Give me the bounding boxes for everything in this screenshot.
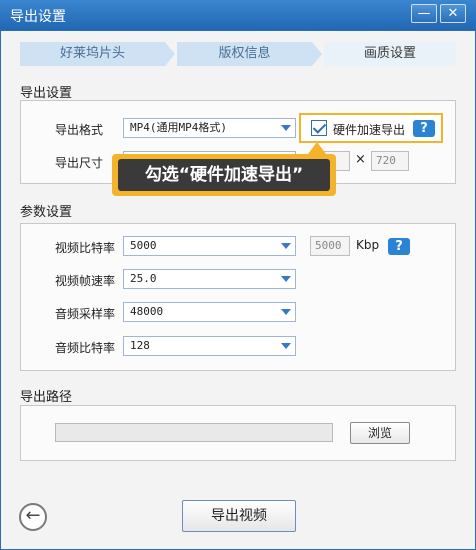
audio-rate-label: 音频采样率 — [54, 307, 115, 321]
size-label: 导出尺寸 — [54, 156, 103, 170]
hint-text: 勾选“硬件加速导出” — [118, 159, 330, 191]
audio-rate-select[interactable]: 48000 — [123, 302, 296, 322]
hw-accel-label: 硬件加速导出 — [333, 123, 406, 137]
video-bitrate-value: 5000 — [130, 239, 157, 252]
browse-button[interactable]: 浏览 — [350, 422, 410, 444]
format-value: MP4(通用MP4格式) — [130, 121, 227, 134]
tab-separator — [165, 42, 175, 66]
height-input[interactable]: 720 — [371, 151, 409, 171]
audio-bitrate-label: 音频比特率 — [54, 341, 115, 355]
tab-separator — [312, 42, 322, 66]
tab-quality-settings[interactable]: 画质设置 — [324, 42, 456, 66]
check-icon — [312, 120, 327, 134]
export-video-button[interactable]: 导出视频 — [182, 500, 296, 532]
tab-hollywood-intro[interactable]: 好莱坞片头 — [20, 42, 165, 66]
format-select[interactable]: MP4(通用MP4格式) — [123, 118, 296, 138]
callout-pointer — [308, 142, 326, 154]
video-bitrate-select[interactable]: 5000 — [123, 236, 296, 256]
video-bitrate-label: 视频比特率 — [54, 241, 115, 255]
hint-callout: 勾选“硬件加速导出” — [112, 142, 336, 196]
tab-copyright[interactable]: 版权信息 — [177, 42, 312, 66]
hw-accel-checkbox[interactable] — [311, 120, 327, 136]
fps-value: 25.0 — [130, 272, 157, 285]
audio-rate-value: 48000 — [130, 305, 164, 318]
format-label: 导出格式 — [54, 123, 103, 137]
chevron-down-icon — [281, 243, 291, 249]
chevron-down-icon — [281, 125, 291, 131]
window-title: 导出设置 — [10, 9, 66, 25]
params-title: 参数设置 — [20, 205, 73, 220]
hw-accel-highlight: 硬件加速导出 ? — [299, 113, 443, 143]
times-symbol: × — [355, 152, 366, 167]
title-bar: 导出设置 — ✕ — [0, 0, 476, 30]
bitrate-unit: Kbp — [356, 238, 380, 252]
tab-strip: 好莱坞片头 版权信息 画质设置 — [20, 42, 456, 66]
fps-label: 视频帧速率 — [54, 274, 115, 288]
audio-bitrate-select[interactable]: 128 — [123, 336, 296, 356]
back-arrow-icon[interactable]: ← — [19, 503, 47, 531]
chevron-down-icon — [281, 309, 291, 315]
minimize-button[interactable]: — — [411, 4, 437, 23]
export-settings-title: 导出设置 — [20, 86, 73, 101]
fps-select[interactable]: 25.0 — [123, 269, 296, 289]
bitrate-input[interactable]: 5000 — [310, 236, 350, 256]
help-icon[interactable]: ? — [388, 238, 410, 255]
chevron-down-icon — [281, 343, 291, 349]
output-path-title: 导出路径 — [20, 390, 73, 405]
close-button[interactable]: ✕ — [440, 4, 466, 23]
help-icon[interactable]: ? — [413, 120, 435, 137]
chevron-down-icon — [281, 276, 291, 282]
output-path-input[interactable] — [55, 423, 333, 442]
audio-bitrate-value: 128 — [130, 339, 150, 352]
